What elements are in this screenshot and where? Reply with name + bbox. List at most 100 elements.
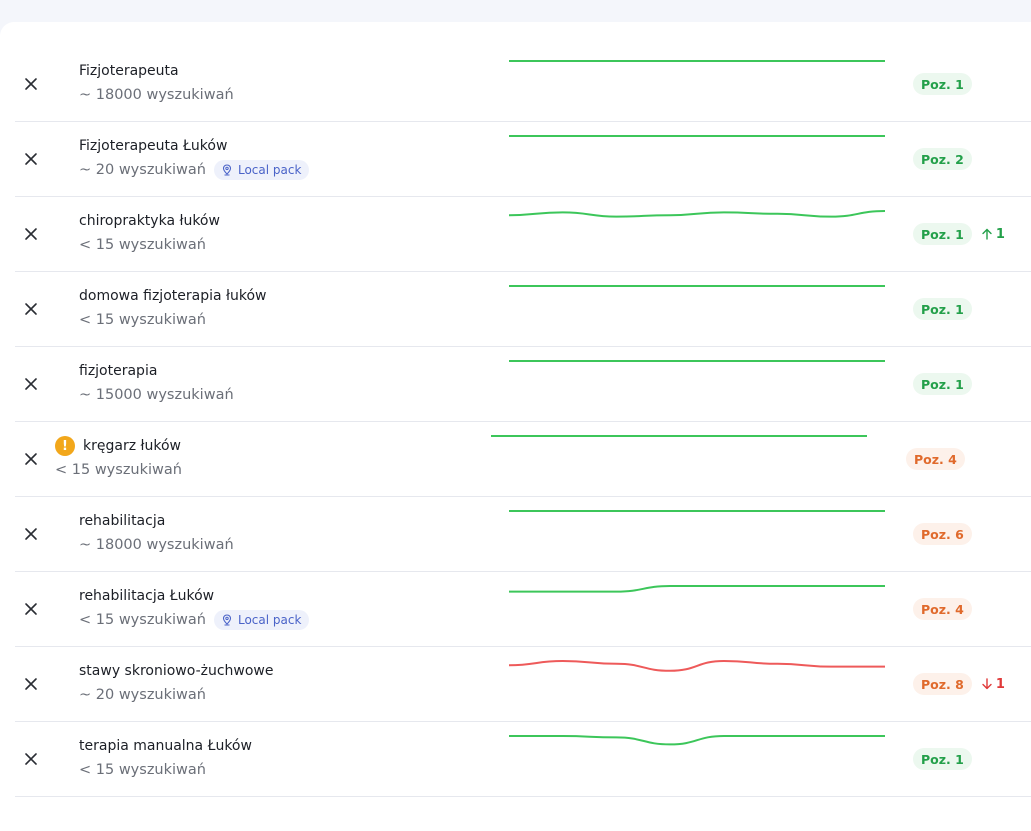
- remove-keyword-button[interactable]: [21, 524, 41, 544]
- keyword-row: terapia manualna Łuków < 15 wyszukiwań P…: [15, 722, 1031, 797]
- remove-keyword-button[interactable]: [21, 374, 41, 394]
- position-trend-chart: [509, 735, 885, 746]
- position-badge: Poz. 2: [913, 148, 972, 170]
- search-volume: < 15 wyszukiwań: [79, 237, 206, 253]
- search-volume: ~ 18000 wyszukiwań: [79, 537, 234, 553]
- position-badge: Poz. 1: [913, 73, 972, 95]
- position-badge: Poz. 4: [913, 598, 972, 620]
- search-volume: < 15 wyszukiwań: [79, 612, 206, 628]
- keyword-info: Fizjoterapeuta ~ 18000 wyszukiwań: [79, 59, 499, 107]
- keyword-title[interactable]: rehabilitacja Łuków: [79, 588, 214, 604]
- keyword-title[interactable]: fizjoterapia: [79, 363, 157, 379]
- keyword-title[interactable]: domowa fizjoterapia łuków: [79, 288, 266, 304]
- position-indicator: Poz. 1: [913, 73, 972, 95]
- position-trend-chart: [509, 60, 885, 62]
- remove-keyword-button[interactable]: [21, 149, 41, 169]
- close-icon: [25, 378, 37, 390]
- arrow-down-icon: [982, 678, 992, 690]
- local-pack-label: Local pack: [237, 163, 302, 177]
- keyword-title[interactable]: Fizjoterapeuta: [79, 63, 179, 79]
- position-trend-chart: [509, 585, 885, 593]
- position-trend-chart: [509, 510, 885, 512]
- keyword-row: chiropraktyka łuków < 15 wyszukiwań Poz.…: [15, 197, 1031, 272]
- position-trend-chart: [509, 285, 885, 287]
- position-badge: Poz. 4: [906, 448, 965, 470]
- keyword-row: Fizjoterapeuta Łuków ~ 20 wyszukiwań Loc…: [15, 122, 1031, 197]
- position-change-value: 1: [995, 676, 1005, 692]
- keyword-info: terapia manualna Łuków < 15 wyszukiwań: [79, 734, 499, 782]
- position-indicator: Poz. 2: [913, 148, 972, 170]
- keyword-row: domowa fizjoterapia łuków < 15 wyszukiwa…: [15, 272, 1031, 347]
- local-pack-badge: Local pack: [213, 160, 310, 180]
- keyword-info: domowa fizjoterapia łuków < 15 wyszukiwa…: [79, 284, 499, 332]
- keyword-title[interactable]: kręgarz łuków: [83, 438, 181, 454]
- search-volume: ~ 20 wyszukiwań: [79, 162, 206, 178]
- keyword-list-card: Fizjoterapeuta ~ 18000 wyszukiwań Poz. 1…: [0, 22, 1031, 831]
- keyword-title[interactable]: stawy skroniowo-żuchwowe: [79, 663, 274, 679]
- keyword-info: stawy skroniowo-żuchwowe ~ 20 wyszukiwań: [79, 659, 499, 707]
- position-trend-chart: [509, 210, 885, 218]
- position-badge: Poz. 1: [913, 373, 972, 395]
- keyword-row: rehabilitacja Łuków < 15 wyszukiwań Loca…: [15, 572, 1031, 647]
- keyword-title[interactable]: chiropraktyka łuków: [79, 213, 220, 229]
- close-icon: [25, 228, 37, 240]
- keyword-info: rehabilitacja ~ 18000 wyszukiwań: [79, 509, 499, 557]
- remove-keyword-button[interactable]: [21, 299, 41, 319]
- trend-line: [509, 735, 885, 746]
- position-trend-chart: [509, 135, 885, 137]
- position-trend-chart: [491, 435, 867, 437]
- keyword-info: fizjoterapia ~ 15000 wyszukiwań: [79, 359, 499, 407]
- search-volume: ~ 20 wyszukiwań: [79, 687, 206, 703]
- keyword-title[interactable]: Fizjoterapeuta Łuków: [79, 138, 227, 154]
- map-pin-icon: [222, 164, 232, 176]
- keyword-title[interactable]: terapia manualna Łuków: [79, 738, 252, 754]
- close-icon: [25, 78, 37, 90]
- trend-line: [509, 210, 885, 218]
- close-icon: [25, 453, 37, 465]
- warning-icon[interactable]: !: [55, 436, 75, 456]
- position-indicator: Poz. 8 1: [913, 673, 1005, 695]
- local-pack-label: Local pack: [237, 613, 302, 627]
- keyword-info: ! kręgarz łuków < 15 wyszukiwań: [55, 434, 475, 482]
- position-badge: Poz. 1: [913, 298, 972, 320]
- keyword-info: rehabilitacja Łuków < 15 wyszukiwań Loca…: [79, 584, 499, 632]
- remove-keyword-button[interactable]: [21, 674, 41, 694]
- remove-keyword-button[interactable]: [21, 224, 41, 244]
- close-icon: [25, 153, 37, 165]
- keyword-row: Fizjoterapeuta ~ 18000 wyszukiwań Poz. 1: [15, 47, 1031, 122]
- map-pin-icon: [222, 614, 232, 626]
- search-volume: < 15 wyszukiwań: [55, 462, 182, 478]
- position-change-value: 1: [995, 226, 1005, 242]
- keyword-row: ! kręgarz łuków < 15 wyszukiwań Poz. 4: [15, 422, 1031, 497]
- position-indicator: Poz. 1: [913, 373, 972, 395]
- position-indicator: Poz. 1 1: [913, 223, 1005, 245]
- search-volume: ~ 18000 wyszukiwań: [79, 87, 234, 103]
- position-change: 1: [981, 227, 1005, 242]
- trend-line: [509, 585, 885, 593]
- keyword-row: rehabilitacja ~ 18000 wyszukiwań Poz. 6: [15, 497, 1031, 572]
- trend-line: [509, 659, 885, 672]
- remove-keyword-button[interactable]: [21, 599, 41, 619]
- keyword-title[interactable]: rehabilitacja: [79, 513, 165, 529]
- close-icon: [25, 603, 37, 615]
- close-icon: [25, 753, 37, 765]
- search-volume: < 15 wyszukiwań: [79, 312, 206, 328]
- arrow-up-icon: [982, 228, 992, 240]
- close-icon: [25, 678, 37, 690]
- local-pack-badge: Local pack: [213, 610, 310, 630]
- position-indicator: Poz. 1: [913, 298, 972, 320]
- position-badge: Poz. 1: [913, 748, 972, 770]
- close-icon: [25, 528, 37, 540]
- position-indicator: Poz. 6: [913, 523, 972, 545]
- position-change: 1: [981, 677, 1005, 692]
- position-trend-chart: [509, 659, 885, 672]
- remove-keyword-button[interactable]: [21, 74, 41, 94]
- position-indicator: Poz. 1: [913, 748, 972, 770]
- keyword-row: fizjoterapia ~ 15000 wyszukiwań Poz. 1: [15, 347, 1031, 422]
- position-badge: Poz. 1: [913, 223, 972, 245]
- remove-keyword-button[interactable]: [21, 749, 41, 769]
- remove-keyword-button[interactable]: [21, 449, 41, 469]
- keyword-info: Fizjoterapeuta Łuków ~ 20 wyszukiwań Loc…: [79, 134, 499, 182]
- search-volume: ~ 15000 wyszukiwań: [79, 387, 234, 403]
- position-trend-chart: [509, 360, 885, 362]
